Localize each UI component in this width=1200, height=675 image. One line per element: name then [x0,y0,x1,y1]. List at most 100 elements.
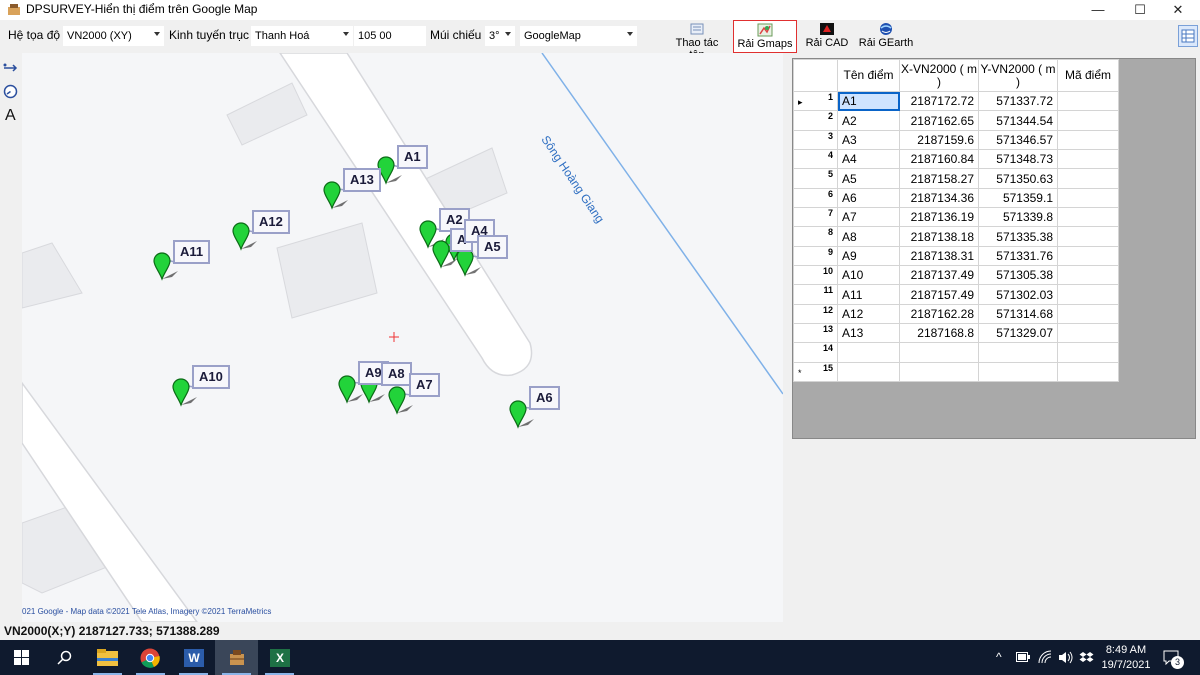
table-row[interactable]: 11 A11 2187157.49 571302.03 [793,284,1119,305]
table-row[interactable]: 8 A8 2187138.18 571335.38 [793,226,1119,247]
row-header[interactable]: 3 [793,129,838,151]
row-header[interactable]: 14 [793,342,838,363]
map-provider-select[interactable]: GoogleMap [520,26,637,46]
meridian-input[interactable]: 105 00 [354,26,426,46]
cell-name[interactable] [837,361,900,383]
table-row[interactable]: 7 A7 2187136.19 571339.8 [793,207,1119,228]
col-header-name[interactable]: Tên điểm [837,59,900,92]
table-row[interactable]: 12 A12 2187162.28 571314.68 [793,303,1119,325]
gmaps-button[interactable]: Rải Gmaps [733,20,797,53]
map-pin-icon[interactable] [509,400,527,429]
pin-label[interactable]: A7 [409,373,440,397]
table-row[interactable]: 13 A13 2187168.8 571329.07 [793,323,1119,344]
pin-label[interactable]: A10 [192,365,230,389]
taskbar-file-explorer[interactable] [86,640,129,675]
map-view[interactable]: Sông Hoàng Giang A1 A13 A12 A11 A2 A A4 A5 A10 A9… [22,53,783,622]
cell-x[interactable] [899,342,979,363]
row-header[interactable]: 13 [793,323,838,344]
pin-label[interactable]: A13 [343,168,381,192]
compass-icon[interactable] [3,84,18,99]
cell-y[interactable] [978,342,1058,363]
file-operations-button[interactable]: Thao tác tệp [667,20,727,61]
cell-name[interactable]: A3 [837,129,900,151]
cell-y[interactable]: 571359.1 [978,187,1058,209]
cell-name[interactable]: A7 [837,207,900,228]
cell-x[interactable]: 2187136.19 [899,207,979,228]
measure-distance-icon[interactable] [3,62,19,72]
cell-code[interactable] [1057,187,1119,209]
table-row[interactable]: 15 * [793,361,1119,383]
cell-code[interactable] [1057,149,1119,170]
map-pin-icon[interactable] [388,386,406,415]
search-button[interactable] [43,640,86,675]
cell-code[interactable] [1057,226,1119,247]
col-header-code[interactable]: Mã điểm [1057,59,1119,92]
cad-button[interactable]: Rải CAD [803,20,851,53]
taskbar-chrome[interactable] [129,640,172,675]
cell-name[interactable]: A2 [837,110,900,131]
cell-x[interactable]: 2187168.8 [899,323,979,344]
map-pin-icon[interactable] [153,252,171,281]
cell-code[interactable] [1057,323,1119,344]
wifi-icon[interactable] [1038,650,1052,664]
cell-x[interactable]: 2187172.72 [899,90,979,112]
zone-select[interactable]: 3° [485,26,515,46]
cell-name[interactable]: A8 [837,226,900,247]
cell-x[interactable]: 2187134.36 [899,187,979,209]
cell-x[interactable]: 2187137.49 [899,265,979,286]
battery-icon[interactable] [1016,652,1030,662]
row-header[interactable]: 6 [793,187,838,209]
layout-toggle-button[interactable] [1178,25,1198,47]
minimize-button[interactable]: — [1075,0,1121,20]
cell-x[interactable] [899,361,979,383]
chevron-up-icon[interactable]: ^ [996,650,1002,664]
cell-code[interactable] [1057,129,1119,151]
pin-label[interactable]: A5 [477,235,508,259]
cell-code[interactable] [1057,245,1119,267]
taskbar-word[interactable]: W [172,640,215,675]
table-row[interactable]: 10 A10 2187137.49 571305.38 [793,265,1119,286]
row-header[interactable]: 4 [793,149,838,170]
pin-label[interactable]: A6 [529,386,560,410]
coord-system-select[interactable]: VN2000 (XY) [63,26,164,46]
cell-code[interactable] [1057,361,1119,383]
dropbox-icon[interactable] [1079,651,1094,664]
cell-x[interactable]: 2187157.49 [899,284,979,305]
map-pin-icon[interactable] [323,181,341,210]
cell-x[interactable]: 2187159.6 [899,129,979,151]
cell-name[interactable]: A13 [837,323,900,344]
col-header-y[interactable]: Y-VN2000 ( m ) [978,59,1058,92]
row-header[interactable]: 10 [793,265,838,286]
cell-y[interactable] [978,361,1058,383]
row-header[interactable]: 5 [793,168,838,189]
pin-label[interactable]: A8 [381,362,412,386]
gearth-button[interactable]: Rải GEarth [858,20,914,53]
table-row[interactable]: 2 A2 2187162.65 571344.54 [793,110,1119,131]
row-header[interactable]: 11 [793,284,838,305]
cell-x[interactable]: 2187138.31 [899,245,979,267]
cell-x[interactable]: 2187162.65 [899,110,979,131]
table-row[interactable]: 1 ▸ A1 2187172.72 571337.72 [793,90,1119,112]
row-header[interactable]: 1 ▸ [793,90,838,112]
cell-name[interactable]: A11 [837,284,900,305]
cell-name[interactable]: A9 [837,245,900,267]
clock-time[interactable]: 8:49 AM [1100,644,1152,656]
start-button[interactable] [0,640,43,675]
cell-name[interactable]: A12 [837,303,900,325]
row-header[interactable]: 15 * [793,361,838,383]
cell-code[interactable] [1057,284,1119,305]
cell-code[interactable] [1057,303,1119,325]
cell-x[interactable]: 2187138.18 [899,226,979,247]
map-pin-icon[interactable] [232,222,250,251]
pin-label[interactable]: A11 [173,240,211,264]
cell-y[interactable]: 571329.07 [978,323,1058,344]
cell-y[interactable]: 571344.54 [978,110,1058,131]
row-header[interactable]: 12 [793,303,838,325]
cell-name[interactable]: A5 [837,168,900,189]
clock-date[interactable]: 19/7/2021 [1100,659,1152,671]
text-tool-icon[interactable]: A [5,107,16,125]
cell-code[interactable] [1057,342,1119,363]
row-header[interactable]: 7 [793,207,838,228]
cell-y[interactable]: 571346.57 [978,129,1058,151]
cell-code[interactable] [1057,90,1119,112]
